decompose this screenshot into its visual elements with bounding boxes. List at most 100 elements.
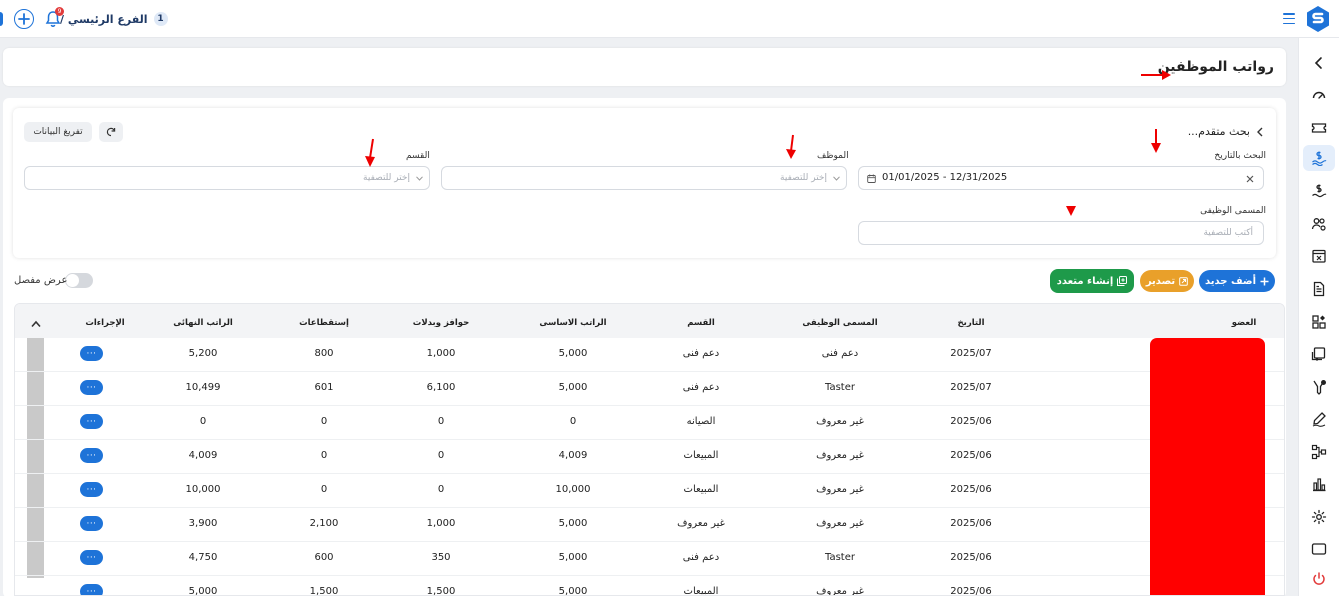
cell-department: دعم فنى (682, 348, 720, 359)
add-new-button[interactable]: أضف جديد (1199, 270, 1275, 292)
col-final-salary[interactable]: الراتب النهائى (173, 318, 233, 328)
chevron-up-icon[interactable] (31, 320, 41, 328)
job-title-input[interactable]: أكتب للتصفية (858, 221, 1264, 245)
cell-final-salary: 10,000 (185, 484, 221, 495)
bulk-create-button[interactable]: إنشاء متعدد (1050, 269, 1134, 293)
col-allowances[interactable]: حوافز وبدلات (413, 318, 469, 328)
cell-allowances: 1,000 (426, 348, 456, 359)
advanced-search-panel: بحث متقدم... تفريغ البيانات البحث بالتار… (13, 108, 1276, 258)
row-actions-button[interactable]: ··· (80, 550, 103, 565)
table-row[interactable]: ··· 10,000 0 0 10,000 المبيعات غير معروف 2025/0… (15, 474, 1284, 508)
bulk-create-label: إنشاء متعدد (1056, 275, 1114, 287)
sidebar (1298, 38, 1339, 596)
clear-icon[interactable] (1246, 175, 1254, 183)
truck-icon[interactable] (1310, 345, 1328, 363)
branch-label: الفرع الرئيسي / (60, 12, 148, 26)
chevron-left-icon[interactable] (1310, 54, 1328, 72)
users-gear-icon[interactable] (1310, 215, 1328, 233)
col-deductions[interactable]: إستقطاعات (299, 318, 349, 328)
document-icon[interactable] (1310, 280, 1328, 298)
cell-date: 2025/06 (950, 518, 992, 529)
cell-job-title: غير معروف (816, 484, 864, 495)
cell-deductions: 0 (320, 450, 328, 461)
add-icon[interactable] (14, 9, 34, 29)
table-row[interactable]: ··· 4,009 0 0 4,009 المبيعات غير معروف 2025/06 (15, 440, 1284, 474)
table-row[interactable]: ··· 3,900 2,100 1,000 5,000 غير معروف غير معرو… (15, 508, 1284, 542)
table-row[interactable]: ··· 5,200 800 1,000 5,000 دعم فنى دعم فنى 2025/… (15, 338, 1284, 372)
add-new-label: أضف جديد (1205, 275, 1256, 287)
salary-icon[interactable] (1310, 149, 1328, 167)
table-row[interactable]: ··· 5,000 1,500 1,500 5,000 المبيعات غير معروف… (15, 576, 1284, 596)
cell-final-salary: 4,009 (188, 450, 218, 461)
workflow-icon[interactable] (1310, 443, 1328, 461)
row-actions-button[interactable]: ··· (80, 346, 103, 361)
department-select[interactable]: إختر للتصفية (24, 166, 430, 190)
row-actions-button[interactable]: ··· (80, 516, 103, 531)
refresh-icon (106, 127, 116, 137)
menu-icon[interactable] (1283, 13, 1295, 24)
table-header: الإجراءات الراتب النهائى إستقطاعات حوافز… (15, 304, 1284, 338)
signature-pen-icon[interactable] (1310, 410, 1328, 428)
branch-number: 1 (153, 12, 168, 26)
department-placeholder: إختر للتصفية (363, 173, 410, 183)
left-edge-indicator (0, 12, 3, 26)
col-job-title[interactable]: المسمى الوظيفى (802, 318, 877, 328)
ticket-icon[interactable] (1310, 119, 1328, 137)
cell-deductions: 0 (320, 484, 328, 495)
department-filter-label: القسم (406, 151, 430, 161)
date-range-input[interactable]: 01/01/2025 - 12/31/2025 (858, 166, 1264, 190)
export-label: تصدير (1145, 275, 1176, 287)
row-actions-button[interactable]: ··· (80, 584, 103, 595)
cell-job-title: Taster (825, 552, 855, 563)
refresh-button[interactable] (99, 122, 123, 142)
cell-allowances: 1,000 (426, 518, 456, 529)
page-header: رواتب الموظفين (3, 48, 1286, 86)
col-member[interactable]: العضو (1232, 318, 1257, 328)
cell-department: الصيانه (686, 416, 716, 427)
row-actions-button[interactable]: ··· (80, 448, 103, 463)
cell-allowances: 1,500 (426, 586, 456, 596)
dashboard-gauge-icon[interactable] (1310, 86, 1328, 104)
bar-chart-icon[interactable] (1310, 475, 1328, 493)
row-actions-button[interactable]: ··· (80, 414, 103, 429)
cell-allowances: 6,100 (426, 382, 456, 393)
table-row[interactable]: ··· 0 0 0 0 الصيانه غير معروف 2025/06 (15, 406, 1284, 440)
archive-x-icon[interactable] (1310, 247, 1328, 265)
table-row[interactable]: ··· 4,750 600 350 5,000 دعم فنى Taster 2025/06 (15, 542, 1284, 576)
clear-data-button[interactable]: تفريغ البيانات (24, 122, 92, 142)
detailed-view-toggle[interactable] (65, 273, 93, 288)
cell-base-salary: 10,000 (555, 484, 591, 495)
col-date[interactable]: التاريخ (958, 318, 985, 328)
cell-final-salary: 0 (199, 416, 207, 427)
money-hand-icon[interactable] (1310, 182, 1328, 200)
export-button[interactable]: تصدير (1140, 270, 1194, 292)
employee-select[interactable]: إختر للتصفية (441, 166, 847, 190)
cell-base-salary: 5,000 (558, 552, 588, 563)
chevron-down-icon (833, 176, 840, 181)
cell-deductions: 2,100 (309, 518, 339, 529)
modules-icon[interactable] (1310, 313, 1328, 331)
annotation-arrow-icon (1066, 206, 1076, 216)
cell-allowances: 0 (437, 416, 445, 427)
tools-check-icon[interactable] (1310, 378, 1328, 396)
col-base-salary[interactable]: الراتب الاساسى (539, 318, 606, 328)
cell-department: المبيعات (683, 450, 719, 461)
cell-job-title: دعم فنى (821, 348, 859, 359)
advanced-search-toggle[interactable]: بحث متقدم... (1188, 125, 1264, 138)
cell-deductions: 800 (314, 348, 334, 359)
detailed-view-label: عرض مفصل (14, 275, 68, 286)
row-actions-button[interactable]: ··· (80, 380, 103, 395)
cell-department: المبيعات (683, 586, 719, 596)
cell-final-salary: 5,000 (188, 586, 218, 596)
power-icon[interactable] (1310, 570, 1328, 588)
window-icon[interactable] (1310, 540, 1328, 558)
salaries-table: الإجراءات الراتب النهائى إستقطاعات حوافز… (14, 303, 1285, 596)
row-actions-button[interactable]: ··· (80, 482, 103, 497)
col-department[interactable]: القسم (687, 318, 715, 328)
table-row[interactable]: ··· 10,499 601 6,100 5,000 دعم فنى Taster 2025/… (15, 372, 1284, 406)
cell-date: 2025/07 (950, 382, 992, 393)
logo-icon (1307, 6, 1329, 32)
branch-breadcrumb[interactable]: 1 الفرع الرئيسي / (60, 8, 168, 30)
gear-icon[interactable] (1310, 508, 1328, 526)
cell-deductions: 600 (314, 552, 334, 563)
